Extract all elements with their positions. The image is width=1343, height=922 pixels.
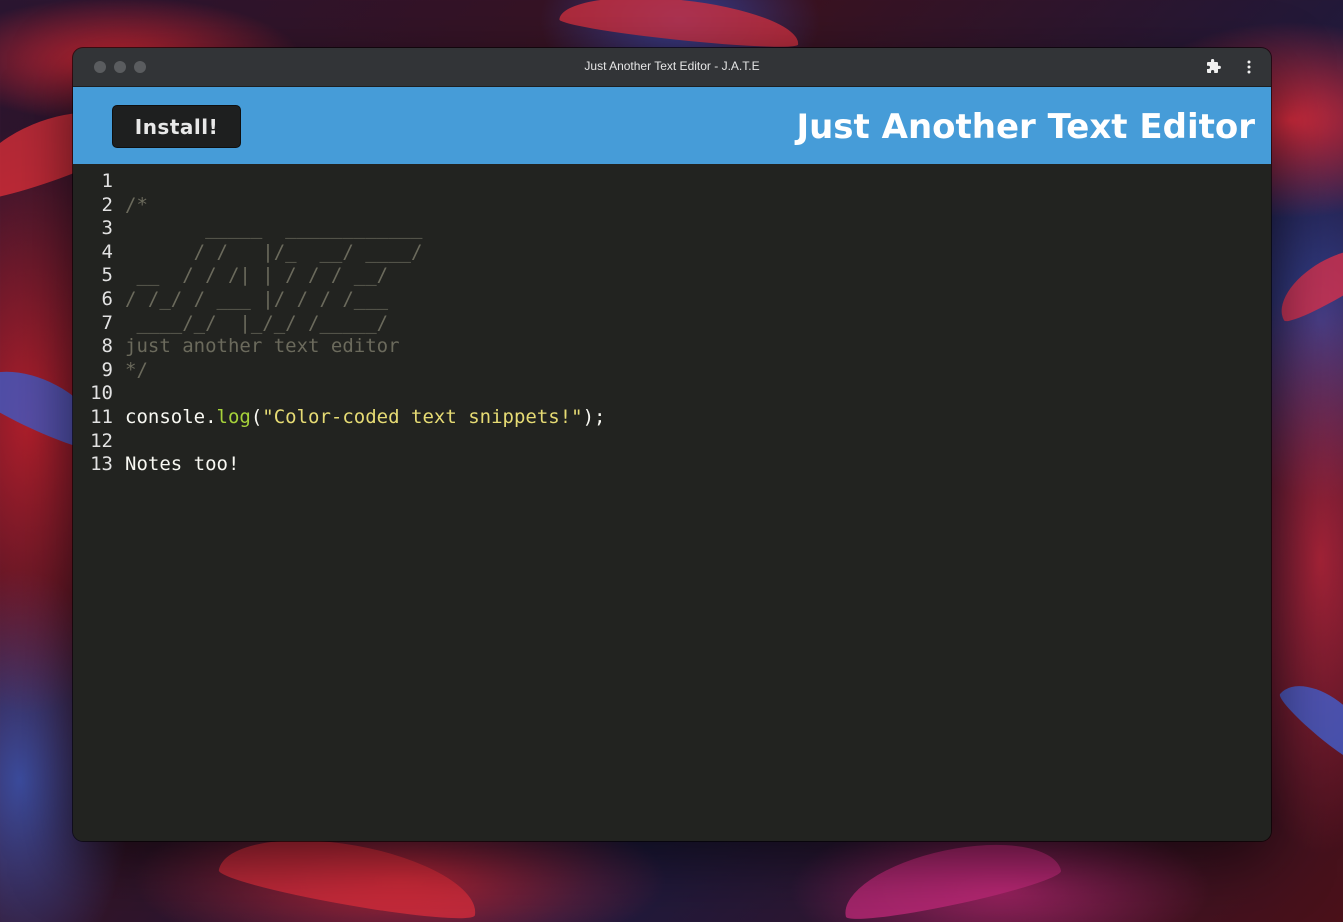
code-token: just another text editor	[125, 335, 400, 358]
editor-line[interactable]: 1	[73, 170, 1271, 194]
code-token: );	[582, 405, 606, 428]
extensions-button[interactable]	[1203, 57, 1223, 77]
titlebar-actions	[1203, 57, 1259, 77]
line-number: 6	[101, 287, 113, 310]
code-token: _____ ____________	[125, 217, 423, 240]
app-window: Just Another Text Editor - J.A.T.E Insta…	[73, 48, 1271, 841]
line-number: 8	[101, 335, 113, 358]
line-number: 5	[101, 264, 113, 287]
install-button[interactable]: Install!	[112, 105, 241, 148]
background-leaf	[1268, 232, 1343, 328]
app-title: Just Another Text Editor	[796, 107, 1255, 147]
editor-line[interactable]: 11 console.log("Color-coded text snippets…	[73, 406, 1271, 430]
editor-line[interactable]: 6 / /_/ / ___ |/ / / /___	[73, 288, 1271, 312]
line-content: _____ ____________	[125, 217, 422, 241]
line-content: just another text editor	[125, 335, 400, 359]
line-number: 7	[101, 311, 113, 334]
line-content: */	[125, 359, 148, 383]
line-number: 4	[101, 240, 113, 263]
window-title: Just Another Text Editor - J.A.T.E	[584, 59, 760, 73]
code-editor[interactable]: 1 2/* 3 _____ ____________ 4 / / |/_ __/ __…	[73, 164, 1271, 841]
line-content: / /_/ / ___ |/ / / /___	[125, 288, 388, 312]
line-number: 3	[101, 217, 113, 240]
line-content: console.log("Color-coded text snippets!"…	[125, 406, 605, 430]
line-content: __ / / /| | / / / __/	[125, 264, 388, 288]
editor-line[interactable]: 7 ____/_/ |_/_/ /_____/	[73, 312, 1271, 336]
editor-line[interactable]: 10	[73, 382, 1271, 406]
code-token: */	[125, 358, 148, 381]
editor-line[interactable]: 13 Notes too!	[73, 453, 1271, 477]
code-token: / /_/ / ___ |/ / / /___	[125, 287, 389, 310]
line-number: 10	[90, 382, 113, 405]
code-token: ____/_/ |_/_/ /_____/	[125, 311, 389, 334]
line-content: ____/_/ |_/_/ /_____/	[125, 312, 388, 336]
editor-line[interactable]: 9 */	[73, 359, 1271, 383]
background-leaf	[1275, 669, 1343, 771]
code-token: Notes too!	[125, 453, 240, 476]
puzzle-icon	[1207, 59, 1221, 73]
line-number: 13	[90, 453, 113, 476]
window-titlebar: Just Another Text Editor - J.A.T.E	[73, 48, 1271, 87]
code-token: (	[250, 405, 263, 428]
editor-line[interactable]: 4 / / |/_ __/ ____/	[73, 241, 1271, 265]
background-leaf	[558, 0, 802, 53]
code-token: "Color-coded text snippets!"	[262, 405, 583, 428]
line-content: / / |/_ __/ ____/	[125, 240, 423, 265]
code-token: console.	[125, 405, 217, 428]
editor-line[interactable]: 5 __ / / /| | / / / __/	[73, 264, 1271, 288]
line-number: 9	[101, 358, 113, 381]
line-content: /*	[125, 194, 148, 218]
editor-line[interactable]: 3 _____ ____________	[73, 217, 1271, 241]
editor-line[interactable]: 12	[73, 430, 1271, 454]
line-number: 2	[101, 193, 113, 216]
line-content: Notes too!	[125, 453, 239, 477]
code-token: log	[216, 405, 251, 428]
code-token: __ / / /| | / / / __/	[125, 264, 389, 287]
editor-line[interactable]: 8 just another text editor	[73, 335, 1271, 359]
line-number: 12	[90, 429, 113, 452]
line-number: 1	[101, 170, 113, 192]
editor-line[interactable]: 2 /*	[73, 194, 1271, 218]
app-header: Install! Just Another Text Editor	[73, 87, 1271, 165]
code-token: / / |/_ __/ ____/	[125, 240, 423, 263]
code-token: /*	[125, 193, 148, 216]
kebab-menu-icon	[1247, 60, 1251, 74]
line-number: 11	[90, 405, 113, 428]
more-menu-button[interactable]	[1239, 57, 1259, 77]
background-leaf	[836, 827, 1064, 922]
